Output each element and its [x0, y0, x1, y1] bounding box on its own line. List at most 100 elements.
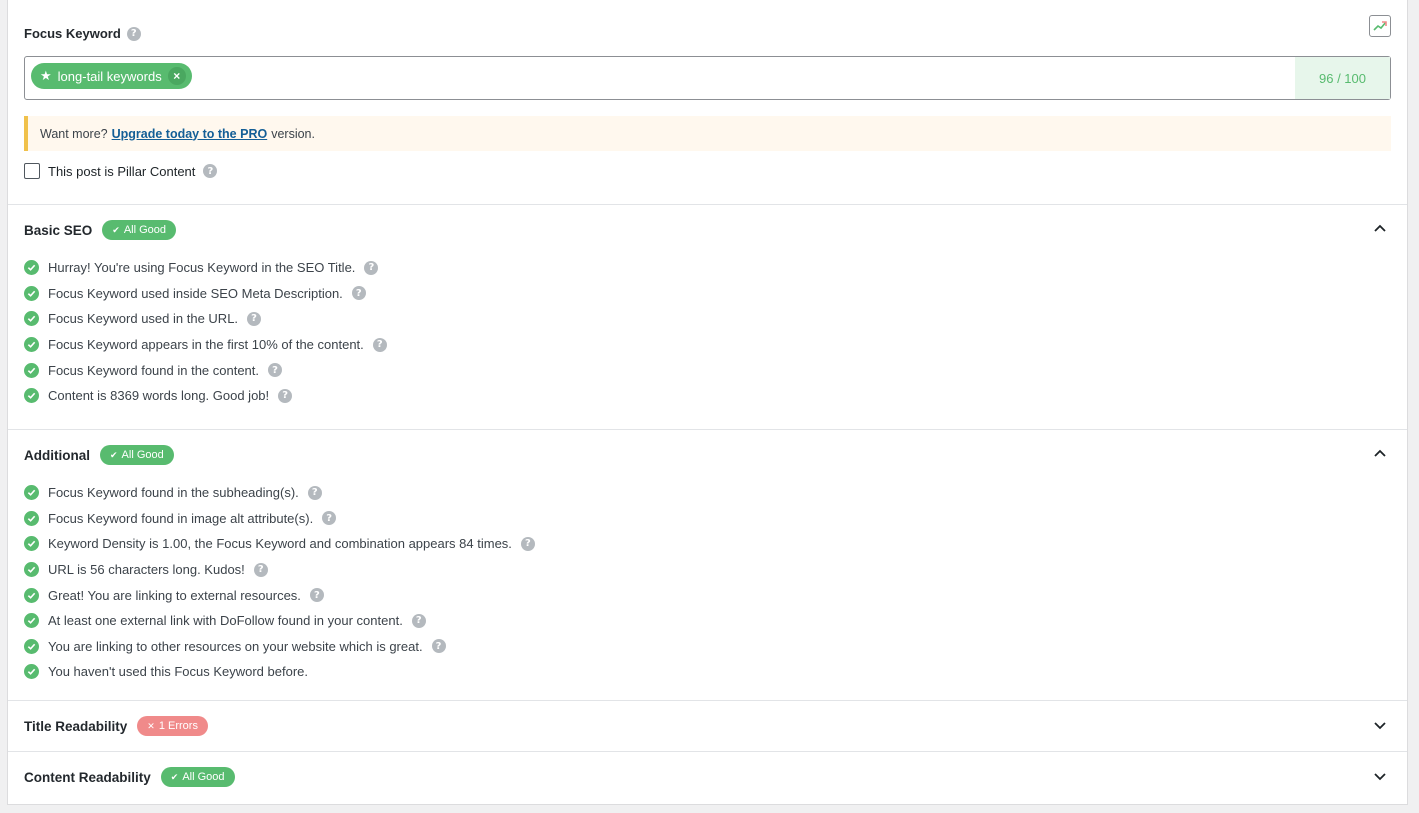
check-item-label: Focus Keyword found in image alt attribu… [48, 510, 314, 526]
trends-button[interactable] [1369, 15, 1391, 37]
check-circle-icon [24, 285, 39, 301]
help-icon[interactable]: ? [322, 511, 337, 526]
help-icon[interactable]: ? [372, 337, 387, 352]
check-item-label: Focus Keyword used inside SEO Meta Descr… [48, 285, 343, 301]
pillar-content-checkbox[interactable] [24, 163, 40, 179]
rank-math-panel: Focus Keyword ? ★ long-tail keywords × 9… [7, 0, 1408, 805]
check-item: Focus Keyword used in the URL.? [24, 306, 1407, 332]
check-circle-icon [24, 536, 39, 552]
check-item: Focus Keyword appears in the first 10% o… [24, 332, 1407, 358]
check-circle-icon [24, 587, 39, 603]
help-icon[interactable]: ? [309, 588, 324, 603]
remove-keyword-icon[interactable]: × [167, 67, 186, 85]
keyword-tag[interactable]: ★ long-tail keywords × [31, 63, 192, 89]
cross-icon: ✕ [147, 720, 155, 731]
check-circle-icon [24, 311, 39, 327]
check-item: Focus Keyword found in the subheading(s)… [24, 480, 1407, 506]
upgrade-link[interactable]: Upgrade today to the PRO [112, 127, 268, 141]
upgrade-notice: Want more? Upgrade today to the PRO vers… [24, 116, 1391, 151]
pillar-content-label: This post is Pillar Content [48, 163, 196, 179]
keyword-tag-label: long-tail keywords [57, 68, 162, 84]
help-icon[interactable]: ? [268, 363, 283, 378]
help-icon[interactable]: ? [203, 164, 218, 178]
section-header[interactable]: Basic SEO ✔ All Good [8, 205, 1407, 255]
check-list: Hurray! You're using Focus Keyword in th… [8, 255, 1407, 409]
help-icon[interactable]: ? [253, 562, 268, 577]
check-circle-icon [24, 337, 39, 353]
star-icon: ★ [40, 68, 52, 83]
help-icon[interactable]: ? [520, 536, 535, 551]
section-title: Title Readability [24, 718, 128, 734]
check-circle-icon [24, 664, 39, 680]
status-badge: ✕ 1 Errors [137, 716, 208, 736]
check-item: You are linking to other resources on yo… [24, 634, 1407, 660]
status-badge-label: All Good [182, 771, 225, 783]
help-icon[interactable]: ? [307, 485, 322, 500]
focus-keyword-title: Focus Keyword ? [24, 26, 141, 41]
status-badge-label: All Good [121, 449, 164, 461]
check-item-label: You haven't used this Focus Keyword befo… [48, 664, 308, 680]
help-icon[interactable]: ? [351, 286, 366, 301]
section-content-readability: Content Readability ✔ All Good [8, 752, 1407, 804]
check-item-label: Focus Keyword appears in the first 10% o… [48, 337, 364, 353]
trend-chart-icon [1373, 21, 1387, 31]
section-title: Additional [24, 447, 90, 463]
status-badge-label: All Good [123, 224, 167, 236]
status-badge: ✔ All Good [100, 445, 174, 465]
check-item-label: Focus Keyword found in the subheading(s)… [48, 485, 299, 501]
focus-keyword-input[interactable]: ★ long-tail keywords × 96 / 100 [24, 56, 1391, 100]
chevron-down-icon[interactable] [1373, 769, 1387, 783]
chevron-down-icon[interactable] [1373, 718, 1387, 732]
status-badge: ✔ All Good [160, 767, 235, 787]
chevron-up-icon[interactable] [1373, 222, 1387, 236]
status-badge-label: 1 Errors [158, 720, 198, 732]
check-circle-icon [24, 562, 39, 578]
check-item-label: You are linking to other resources on yo… [48, 638, 423, 654]
check-circle-icon [24, 260, 39, 276]
check-item: At least one external link with DoFollow… [24, 608, 1407, 634]
status-badge: ✔ All Good [102, 220, 177, 240]
section-header[interactable]: Title Readability ✕ 1 Errors [8, 701, 1407, 751]
check-circle-icon [24, 388, 39, 404]
check-item: Focus Keyword found in the content.? [24, 357, 1407, 383]
chevron-up-icon[interactable] [1373, 447, 1387, 461]
help-icon[interactable]: ? [278, 388, 293, 403]
check-item: Content is 8369 words long. Good job!? [24, 383, 1407, 409]
check-item-label: URL is 56 characters long. Kudos! [48, 562, 245, 578]
pillar-content-option[interactable]: This post is Pillar Content ? [24, 163, 218, 179]
help-icon[interactable]: ? [247, 311, 262, 326]
check-item-label: Hurray! You're using Focus Keyword in th… [48, 260, 356, 276]
check-item: Focus Keyword used inside SEO Meta Descr… [24, 281, 1407, 307]
help-icon[interactable]: ? [364, 260, 379, 275]
help-icon[interactable]: ? [126, 26, 141, 41]
section-title: Basic SEO [24, 222, 93, 238]
check-circle-icon [24, 613, 39, 629]
check-icon: ✔ [170, 771, 179, 782]
check-item: You haven't used this Focus Keyword befo… [24, 659, 1407, 685]
check-circle-icon [24, 362, 39, 378]
section-title: Content Readability [24, 769, 151, 785]
check-circle-icon [24, 485, 39, 501]
seo-score: 96 / 100 [1295, 57, 1390, 99]
check-icon: ✔ [110, 449, 118, 460]
section-additional: Additional ✔ All Good Focus Keyword found i… [8, 430, 1407, 701]
check-item: Focus Keyword found in image alt attribu… [24, 506, 1407, 532]
section-header[interactable]: Content Readability ✔ All Good [8, 752, 1407, 802]
check-item-label: Great! You are linking to external resou… [48, 587, 301, 603]
help-icon[interactable]: ? [411, 613, 426, 628]
section-basic-seo: Basic SEO ✔ All Good Hurray! You're using F… [8, 205, 1407, 430]
check-item-label: Focus Keyword used in the URL. [48, 311, 239, 327]
check-item-label: Keyword Density is 1.00, the Focus Keywo… [48, 536, 512, 552]
analysis-sections: Basic SEO ✔ All Good Hurray! You're using F… [8, 205, 1407, 804]
check-circle-icon [24, 510, 39, 526]
check-circle-icon [24, 638, 39, 654]
check-item-label: At least one external link with DoFollow… [48, 613, 403, 629]
check-item-label: Focus Keyword found in the content. [48, 362, 260, 378]
section-title-readability: Title Readability ✕ 1 Errors [8, 701, 1407, 752]
check-item: Hurray! You're using Focus Keyword in th… [24, 255, 1407, 281]
check-list: Focus Keyword found in the subheading(s)… [8, 480, 1407, 685]
section-header[interactable]: Additional ✔ All Good [8, 430, 1407, 480]
check-item-label: Content is 8369 words long. Good job! [48, 388, 270, 404]
help-icon[interactable]: ? [431, 639, 446, 654]
check-item: Great! You are linking to external resou… [24, 582, 1407, 608]
